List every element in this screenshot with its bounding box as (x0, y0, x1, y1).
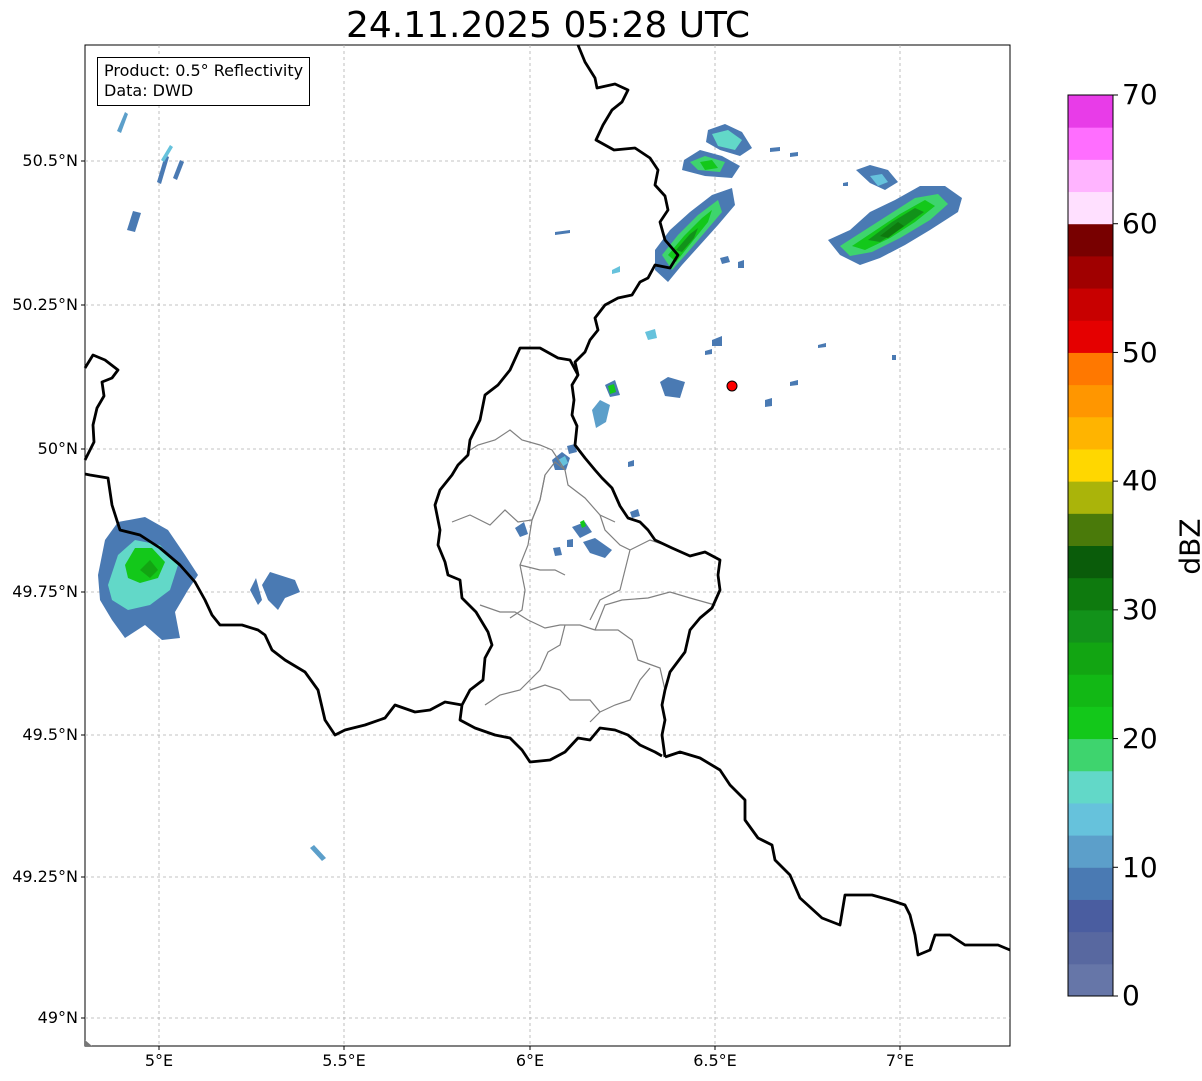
lat-label: 50°N (37, 439, 78, 458)
colorbar-segment (1068, 127, 1113, 160)
colorbar-segment (1068, 159, 1113, 193)
lat-label: 49.25°N (12, 867, 78, 886)
colorbar-segment (1068, 802, 1113, 836)
colorbar-tick-marks (1113, 94, 1118, 997)
colorbar-segment (1068, 288, 1113, 321)
colorbar-segment (1068, 95, 1113, 128)
colorbar-tick-label: 50 (1122, 336, 1158, 369)
product-label: Product: 0.5° Reflectivity (104, 61, 304, 80)
colorbar-tick-label: 20 (1122, 722, 1158, 755)
colorbar (1068, 95, 1113, 997)
lon-label: 7°E (885, 1051, 915, 1070)
colorbar-segment (1068, 963, 1113, 997)
colorbar-segment (1068, 448, 1113, 482)
colorbar-segment (1068, 255, 1113, 289)
lat-label: 49.75°N (12, 582, 78, 601)
colorbar-tick-label: 60 (1122, 207, 1158, 240)
radar-site-marker (726, 380, 738, 392)
product-info-box: Product: 0.5° Reflectivity Data: DWD (97, 57, 311, 106)
colorbar-segment (1068, 416, 1113, 450)
colorbar-segment (1068, 674, 1113, 707)
lat-label: 50.25°N (12, 295, 78, 314)
colorbar-segment (1068, 384, 1113, 418)
lat-label: 49.5°N (22, 725, 78, 744)
colorbar-segment (1068, 223, 1113, 257)
colorbar-segment (1068, 481, 1113, 514)
colorbar-segment (1068, 320, 1113, 353)
colorbar-segment (1068, 835, 1113, 868)
colorbar-segment (1068, 867, 1113, 900)
colorbar-segment (1068, 706, 1113, 740)
colorbar-segment (1068, 577, 1113, 611)
colorbar-tick-label: 0 (1122, 979, 1140, 1012)
colorbar-segment (1068, 352, 1113, 386)
radar-map (81, 44, 1118, 1050)
colorbar-segment (1068, 738, 1113, 772)
colorbar-segment (1068, 609, 1113, 643)
colorbar-tick-label: 30 (1122, 593, 1158, 626)
colorbar-tick-label: 10 (1122, 851, 1158, 884)
colorbar-segment (1068, 899, 1113, 933)
lon-label: 5°E (144, 1051, 174, 1070)
colorbar-segment (1068, 642, 1113, 675)
lon-label: 6.5°E (693, 1051, 737, 1070)
colorbar-segment (1068, 545, 1113, 579)
lon-label: 6°E (515, 1051, 545, 1070)
lon-label: 5.5°E (322, 1051, 366, 1070)
colorbar-segment (1068, 770, 1113, 804)
lat-label: 50.5°N (22, 151, 78, 170)
colorbar-segment (1068, 513, 1113, 546)
colorbar-segment (1068, 931, 1113, 965)
colorbar-unit-label: dBZ (1173, 518, 1202, 575)
lat-label: 49°N (37, 1008, 78, 1027)
colorbar-segment (1068, 191, 1113, 225)
colorbar-tick-label: 70 (1122, 78, 1158, 111)
data-source-label: Data: DWD (104, 81, 194, 100)
colorbar-tick-label: 40 (1122, 464, 1158, 497)
